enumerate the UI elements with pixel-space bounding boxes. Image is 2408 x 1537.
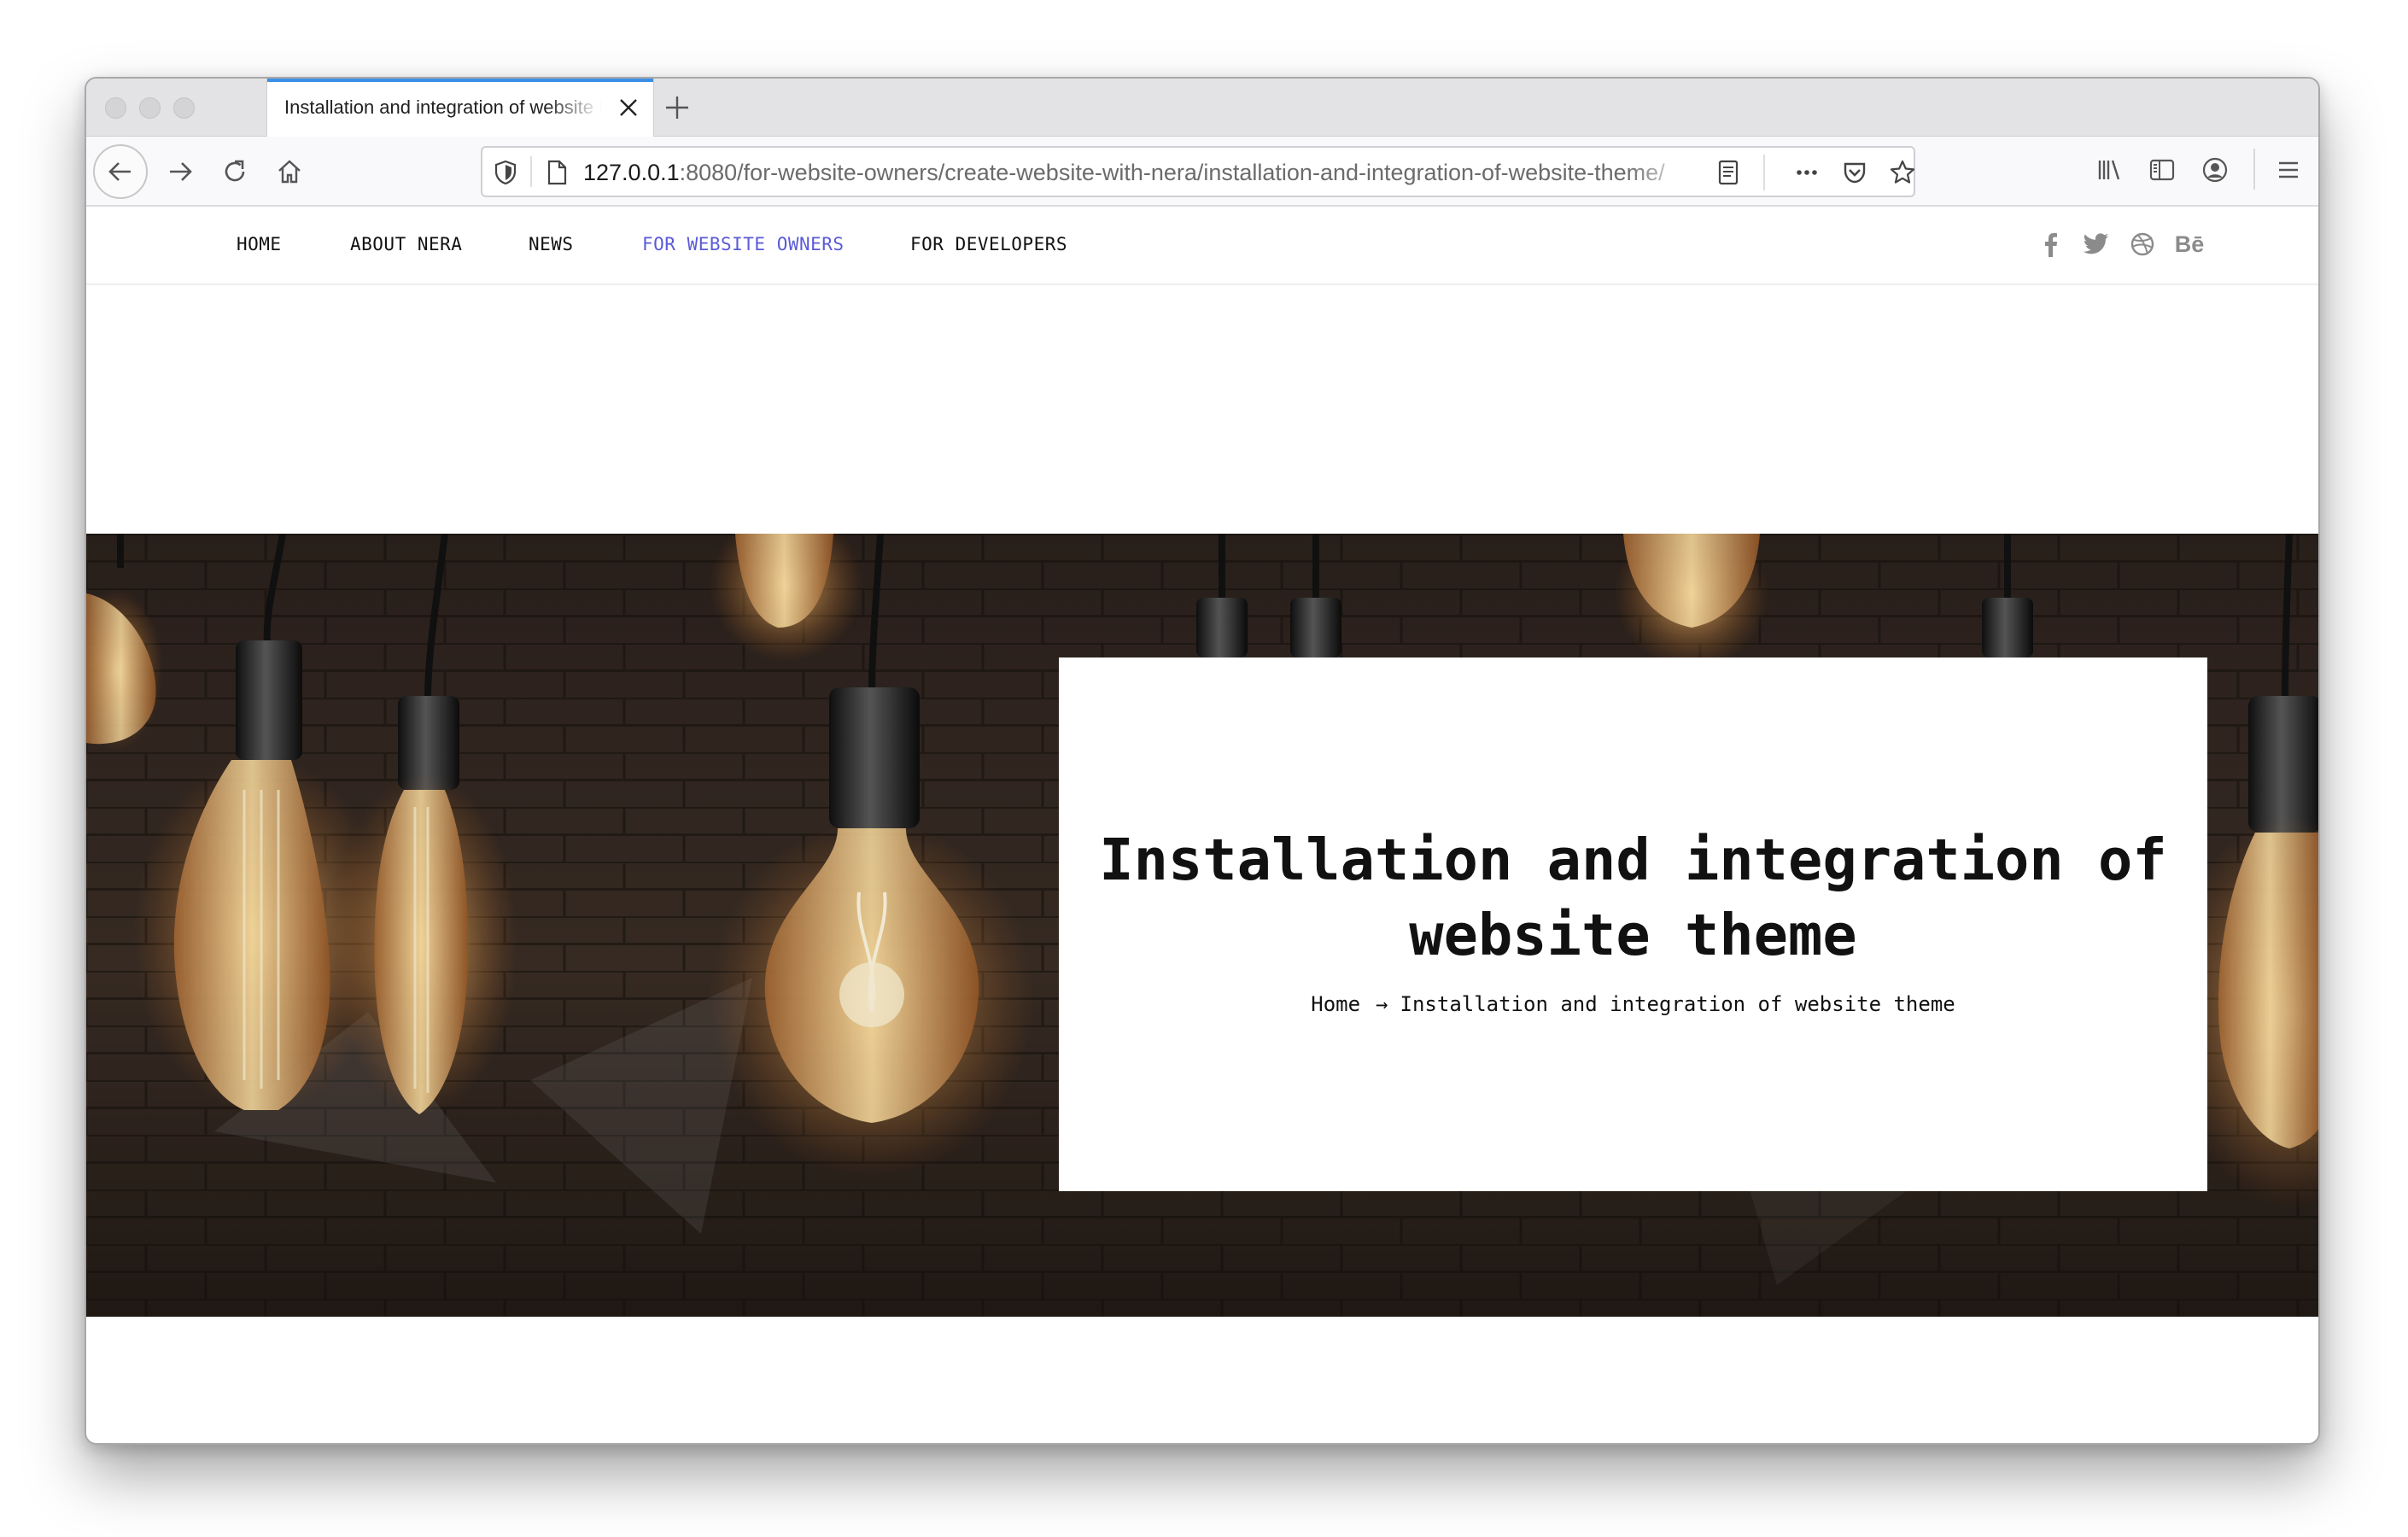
shield-icon[interactable] [491, 158, 520, 187]
browser-window: Installation and integration of website … [85, 77, 2320, 1445]
menu-hamburger-icon[interactable] [2274, 155, 2303, 184]
dribbble-icon[interactable] [2127, 229, 2158, 260]
account-icon[interactable] [2201, 155, 2230, 184]
twitter-icon[interactable] [2081, 229, 2112, 260]
forward-button[interactable] [153, 144, 207, 199]
address-bar[interactable]: 127.0.0.1:8080/for-website-owners/create… [481, 146, 1915, 197]
menu-about-nera[interactable]: ABOUT NERA [350, 234, 462, 254]
hero-banner: Installation and integration of website … [86, 534, 2318, 1317]
reload-icon [225, 160, 245, 182]
reader-view-icon[interactable] [1714, 158, 1743, 187]
navigation-toolbar: 127.0.0.1:8080/for-website-owners/create… [86, 137, 2318, 207]
facebook-icon[interactable] [2035, 229, 2066, 260]
web-page: HOME ABOUT NERA NEWS FOR WEBSITE OWNERS … [86, 207, 2318, 1443]
tab-active[interactable]: Installation and integration of website … [267, 79, 653, 137]
url-text[interactable]: 127.0.0.1:8080/for-website-owners/create… [583, 160, 1693, 186]
url-separator [530, 156, 532, 187]
forward-arrow-icon [170, 162, 192, 181]
new-tab-icon[interactable] [660, 91, 694, 125]
library-icon[interactable] [2095, 155, 2124, 184]
breadcrumb-current: Installation and integration of website … [1400, 992, 1955, 1016]
back-button[interactable] [93, 144, 148, 199]
reload-button[interactable] [207, 144, 262, 199]
more-actions-icon[interactable] [1792, 158, 1821, 187]
url-actions-separator [1763, 155, 1765, 190]
behance-icon[interactable]: Bē [2170, 229, 2209, 260]
zoom-window-button[interactable] [173, 97, 195, 119]
site-header: HOME ABOUT NERA NEWS FOR WEBSITE OWNERS … [86, 207, 2318, 285]
breadcrumb-home-link[interactable]: Home [1311, 992, 1360, 1016]
home-icon [278, 160, 301, 184]
back-arrow-icon [108, 162, 131, 181]
breadcrumb-arrow-icon: → [1376, 992, 1388, 1016]
menu-for-website-owners[interactable]: FOR WEBSITE OWNERS [642, 234, 845, 254]
page-title: Installation and integration of website … [1099, 827, 2167, 968]
pocket-icon[interactable] [1840, 158, 1869, 187]
page-info-icon[interactable] [542, 158, 571, 187]
close-tab-icon[interactable] [617, 96, 640, 119]
menu-news[interactable]: NEWS [529, 234, 574, 254]
home-button[interactable] [262, 144, 317, 199]
minimize-window-button[interactable] [139, 97, 161, 119]
sidebar-icon[interactable] [2148, 155, 2177, 184]
tab-title: Installation and integration of website … [284, 96, 602, 118]
toolbar-separator [2253, 149, 2255, 190]
menu-for-developers[interactable]: FOR DEVELOPERS [910, 234, 1067, 254]
tab-strip: Installation and integration of website … [86, 79, 2318, 137]
menu-home[interactable]: HOME [237, 234, 282, 254]
hero-title-card: Installation and integration of website … [1059, 657, 2207, 1191]
breadcrumb: Home → Installation and integration of web… [1059, 992, 2207, 1016]
bookmark-star-icon[interactable] [1888, 158, 1917, 187]
close-window-button[interactable] [105, 97, 126, 119]
